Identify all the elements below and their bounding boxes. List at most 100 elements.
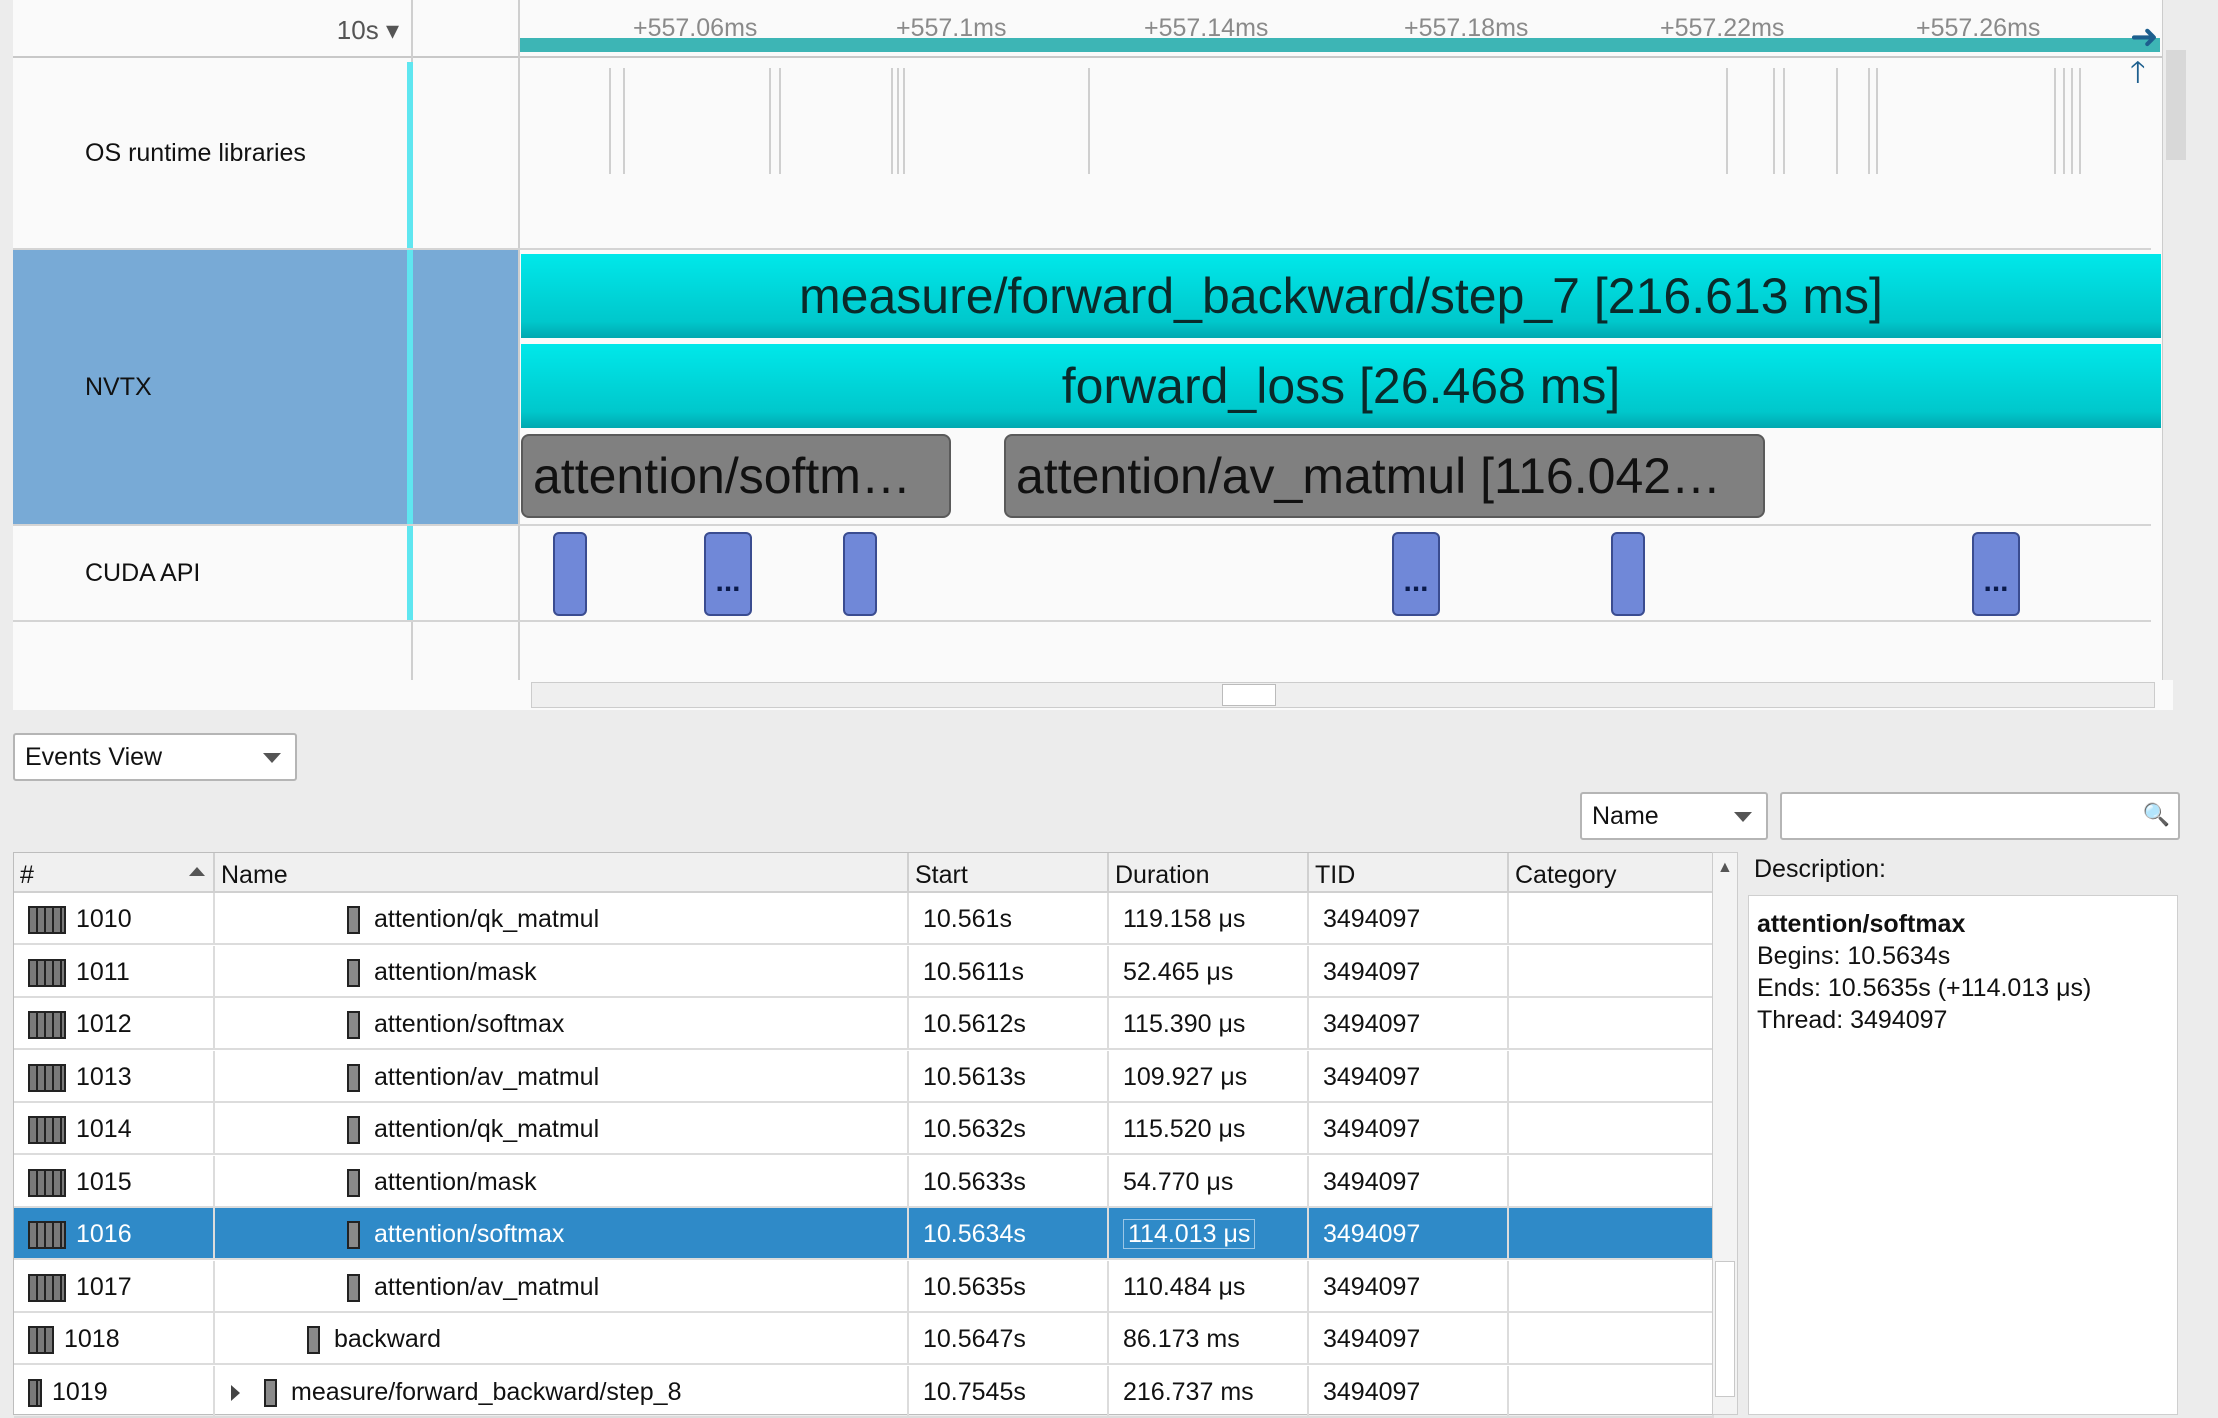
search-icon: 🔍 <box>2142 802 2170 827</box>
cuda-api-call[interactable] <box>553 532 587 616</box>
os-event-tick[interactable] <box>1876 68 1878 174</box>
scrollbar-thumb[interactable] <box>2166 50 2186 160</box>
cell-duration: 114.013 μs <box>1109 1208 1309 1260</box>
os-event-tick[interactable] <box>769 68 771 174</box>
event-number: 1016 <box>76 1220 132 1248</box>
cell-category <box>1509 998 1714 1050</box>
cell-duration: 86.173 ms <box>1109 1313 1309 1365</box>
cell-number: 1017 <box>14 1260 215 1313</box>
cell-duration: 115.520 μs <box>1109 1103 1309 1155</box>
nvtx-range-softmax[interactable]: attention/softm… <box>521 434 951 518</box>
range-icon <box>347 1221 360 1250</box>
column-header-tid[interactable]: TID <box>1309 853 1509 893</box>
column-header-name[interactable]: Name <box>215 853 909 893</box>
scroll-up-icon[interactable]: ▲ <box>1717 859 1733 877</box>
cell-category <box>1509 945 1714 998</box>
table-row[interactable]: 1011 attention/mask 10.5611s 52.465 μs 34940… <box>14 945 1714 998</box>
event-number: 1014 <box>76 1115 132 1143</box>
row-label-cuda-api[interactable]: CUDA API <box>13 526 411 620</box>
timeline-horizontal-scrollbar[interactable] <box>531 682 2155 708</box>
os-event-tick[interactable] <box>2071 68 2073 174</box>
cell-duration: 216.737 ms <box>1109 1365 1309 1418</box>
event-name: backward <box>334 1325 441 1353</box>
column-header-start[interactable]: Start <box>909 853 1109 893</box>
cell-category <box>1509 1313 1714 1365</box>
os-event-tick[interactable] <box>779 68 781 174</box>
view-select-dropdown[interactable]: Events View <box>13 733 297 781</box>
cell-category <box>1509 1208 1714 1260</box>
table-row[interactable]: 1018 backward 10.5647s 86.173 ms 3494097 <box>14 1313 1714 1365</box>
table-row[interactable]: 1013 attention/av_matmul 10.5613s 109.927 μ… <box>14 1050 1714 1103</box>
table-row[interactable]: 1019 measure/forward_backward/step_8 10.75… <box>14 1365 1714 1418</box>
os-event-tick[interactable] <box>1783 68 1785 174</box>
os-event-tick[interactable] <box>623 68 625 174</box>
cuda-api-call-group[interactable]: ... <box>1972 532 2020 616</box>
event-depth-icon <box>28 1011 66 1040</box>
row-label-os-runtime[interactable]: OS runtime libraries <box>13 58 411 248</box>
range-icon <box>347 1168 360 1197</box>
scrollbar-thumb[interactable] <box>1222 684 1276 706</box>
table-row[interactable]: 1010 attention/qk_matmul 10.561s 119.158 μs… <box>14 893 1714 945</box>
cell-start: 10.5611s <box>909 945 1109 998</box>
selection-range-bar[interactable] <box>520 38 2160 52</box>
cell-number: 1013 <box>14 1050 215 1103</box>
search-input[interactable]: 🔍 <box>1780 792 2180 840</box>
os-event-tick[interactable] <box>1088 68 1090 174</box>
event-number: 1018 <box>64 1325 120 1353</box>
cell-tid: 3494097 <box>1309 1208 1509 1260</box>
table-row[interactable]: 1017 attention/av_matmul 10.5635s 110.484 μ… <box>14 1260 1714 1313</box>
time-tick: +557.14ms <box>1144 14 1269 42</box>
os-event-tick[interactable] <box>2063 68 2065 174</box>
row-activity-strip <box>407 526 413 620</box>
os-event-tick[interactable] <box>2054 68 2056 174</box>
os-event-tick[interactable] <box>897 68 899 174</box>
sort-ascending-icon <box>189 867 205 876</box>
column-header-category[interactable]: Category <box>1509 853 1714 893</box>
nvtx-range-step7[interactable]: measure/forward_backward/step_7 [216.613… <box>521 254 2161 338</box>
cell-name: attention/av_matmul <box>215 1260 909 1313</box>
scrollbar-thumb[interactable] <box>1715 1261 1735 1397</box>
cell-name: attention/mask <box>215 945 909 998</box>
event-name: attention/softmax <box>374 1220 565 1248</box>
cuda-api-call-group[interactable]: ... <box>704 532 752 616</box>
time-ruler[interactable]: 10s ▾ +557.06ms +557.1ms +557.14ms +557.… <box>13 0 2173 58</box>
table-row[interactable]: 1016 attention/softmax 10.5634s 114.013 μs 3… <box>14 1208 1714 1260</box>
event-name: attention/av_matmul <box>374 1062 600 1091</box>
cuda-api-call[interactable] <box>843 532 877 616</box>
cuda-api-call[interactable] <box>1611 532 1645 616</box>
range-icon <box>307 1326 320 1355</box>
nvtx-range-forward-loss[interactable]: forward_loss [26.468 ms] <box>521 344 2161 428</box>
event-name: attention/av_matmul <box>374 1272 600 1301</box>
nvtx-range-av-matmul[interactable]: attention/av_matmul [116.042… <box>1004 434 1765 518</box>
event-number: 1013 <box>76 1062 132 1091</box>
os-event-tick[interactable] <box>1836 68 1838 174</box>
row-label-nvtx[interactable]: NVTX <box>13 250 411 524</box>
os-event-tick[interactable] <box>891 68 893 174</box>
search-field-dropdown[interactable]: Name <box>1580 792 1768 840</box>
cuda-api-call-group[interactable]: ... <box>1392 532 1440 616</box>
cell-tid: 3494097 <box>1309 1103 1509 1155</box>
zoom-level-select[interactable]: 10s ▾ <box>13 10 411 50</box>
arrow-right-icon[interactable]: ➜ <box>2130 20 2159 54</box>
os-event-tick[interactable] <box>1868 68 1870 174</box>
cell-number: 1014 <box>14 1103 215 1155</box>
expand-arrow-icon[interactable] <box>231 1384 240 1401</box>
os-event-tick[interactable] <box>903 68 905 174</box>
timeline-vertical-scrollbar[interactable] <box>2162 0 2188 680</box>
table-row[interactable]: 1012 attention/softmax 10.5612s 115.390 μs 3… <box>14 998 1714 1050</box>
table-row[interactable]: 1014 attention/qk_matmul 10.5632s 115.520 μ… <box>14 1103 1714 1155</box>
table-vertical-scrollbar[interactable]: ▲ <box>1712 852 1738 1415</box>
timeline-panel: 10s ▾ +557.06ms +557.1ms +557.14ms +557.… <box>13 0 2188 710</box>
os-event-tick[interactable] <box>609 68 611 174</box>
os-event-tick[interactable] <box>1773 68 1775 174</box>
range-icon <box>347 1273 360 1302</box>
column-header-num[interactable]: # <box>14 853 215 893</box>
arrow-up-icon[interactable]: 🡑 <box>2130 58 2146 88</box>
column-header-duration[interactable]: Duration <box>1109 853 1309 893</box>
os-event-tick[interactable] <box>2079 68 2081 174</box>
os-event-tick[interactable] <box>1726 68 1728 174</box>
events-table: # Name Start Duration TID Category 1010 a… <box>13 852 1715 1418</box>
description-panel: attention/softmax Begins: 10.5634s Ends:… <box>1748 895 2178 1415</box>
table-row[interactable]: 1015 attention/mask 10.5633s 54.770 μs 34940… <box>14 1155 1714 1208</box>
cell-name: attention/softmax <box>215 998 909 1050</box>
